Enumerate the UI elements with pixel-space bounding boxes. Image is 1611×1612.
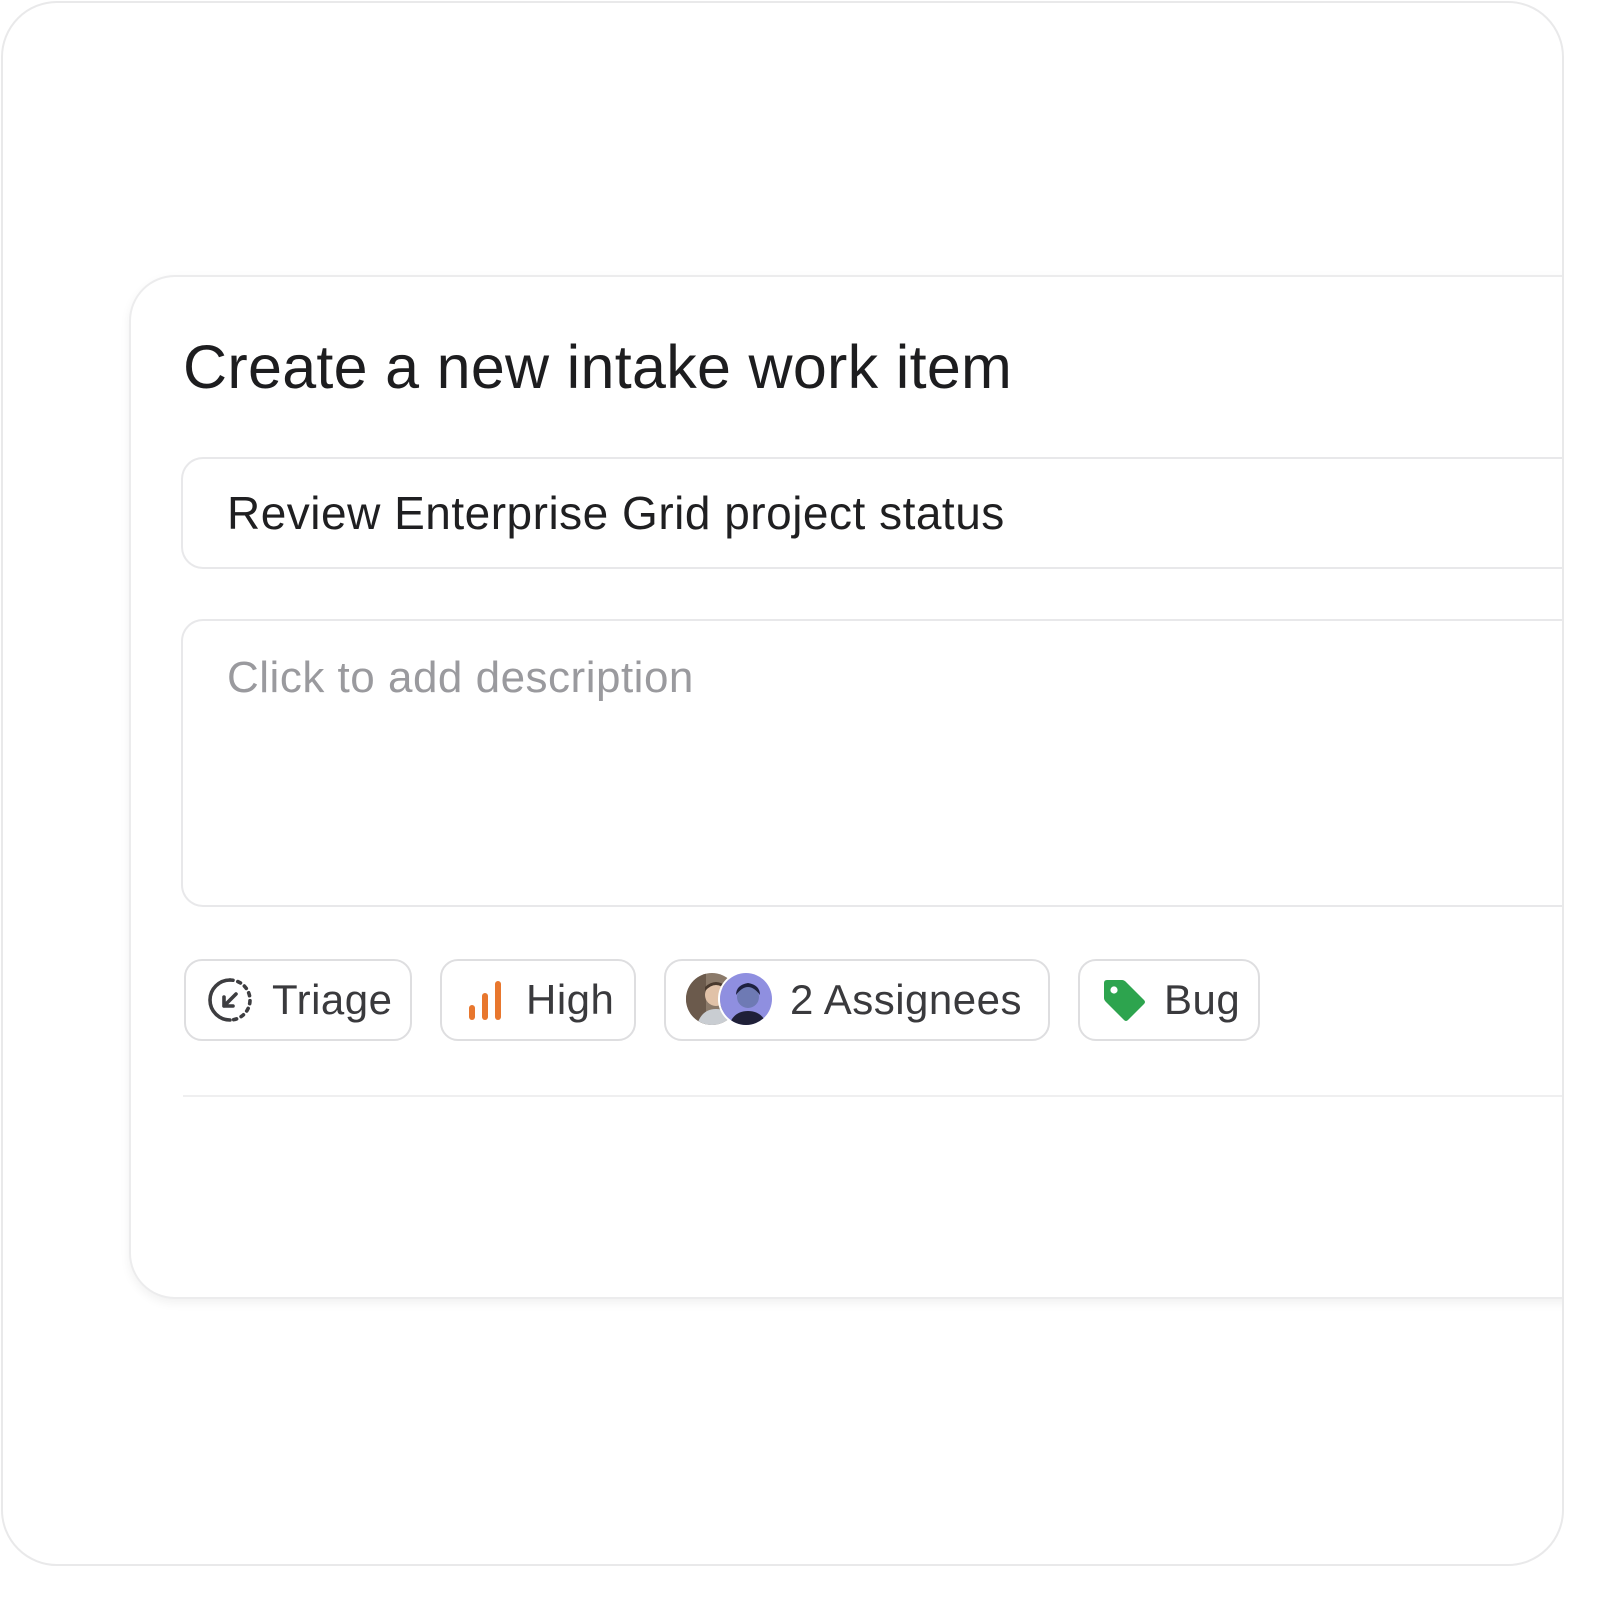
avatar [718,971,774,1027]
state-label: Triage [272,976,393,1023]
footer-divider [183,1095,1562,1097]
tag-icon [1100,976,1148,1024]
triage-state-icon [206,976,254,1024]
description-field[interactable]: Click to add description [181,619,1562,907]
labels-label: Bug [1164,976,1241,1023]
priority-label: High [526,976,615,1023]
create-intake-dialog: Create a new intake work item Review Ent… [129,275,1562,1299]
assignees-label: 2 Assignees [790,976,1022,1023]
app-frame: Create a new intake work item Review Ent… [1,1,1564,1566]
labels-dropdown[interactable]: Bug [1078,959,1260,1041]
dialog-title: Create a new intake work item [183,333,1013,401]
assignees-dropdown[interactable]: 2 Assignees [664,959,1050,1041]
work-item-title-input[interactable]: Review Enterprise Grid project status [181,457,1562,569]
avatar-stack [684,971,778,1029]
state-dropdown[interactable]: Triage [184,959,412,1041]
priority-bars-icon [466,978,504,1022]
priority-dropdown[interactable]: High [440,959,636,1041]
